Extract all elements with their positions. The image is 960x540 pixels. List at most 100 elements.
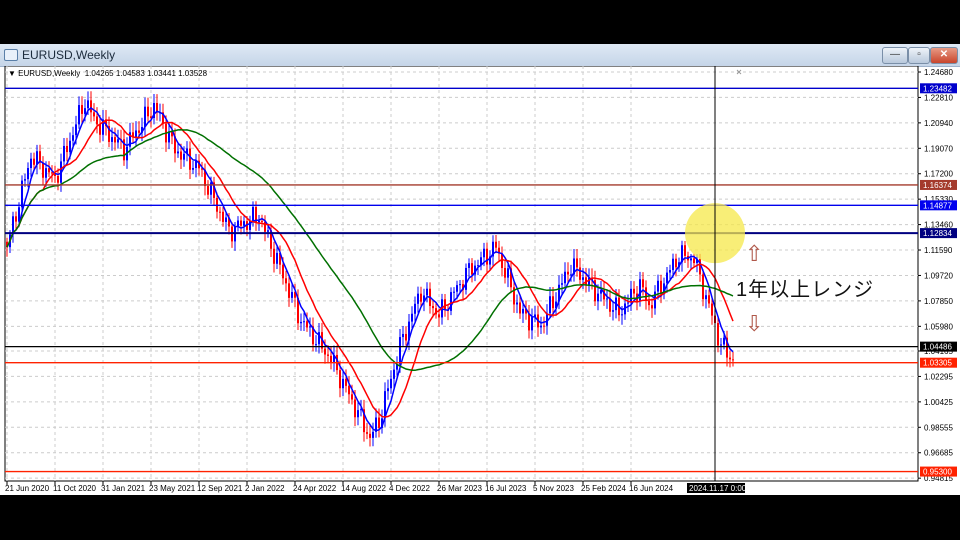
candle-body <box>366 432 368 434</box>
candle-body <box>282 264 284 279</box>
price-label: 1.16374 <box>923 181 952 190</box>
candle-body <box>666 272 668 284</box>
candle-body <box>183 153 185 160</box>
candle-body <box>567 271 569 275</box>
candle-body <box>354 399 356 418</box>
collapse-triangle-icon[interactable]: ▼ <box>8 69 16 78</box>
candle-body <box>24 179 26 181</box>
x-tick-label: 23 May 2021 <box>149 484 196 493</box>
candle-body <box>723 337 725 345</box>
candle-body <box>528 313 530 331</box>
y-tick-label: 0.98555 <box>924 423 953 432</box>
candle-body <box>543 325 545 327</box>
candle-body <box>387 388 389 392</box>
candle-body <box>225 217 227 222</box>
candle-body <box>111 137 113 142</box>
candle-body <box>552 296 554 309</box>
candle-body <box>306 321 308 328</box>
minimize-button[interactable]: — <box>882 47 908 64</box>
candle-body <box>315 344 317 346</box>
x-tick-label: 25 Feb 2024 <box>581 484 626 493</box>
y-tick-label: 1.00425 <box>924 398 953 407</box>
candle-body <box>180 151 182 160</box>
x-tick-label: 16 Jun 2024 <box>629 484 674 493</box>
y-tick-label: 1.09720 <box>924 271 953 280</box>
candle-body <box>267 230 269 232</box>
candle-body <box>642 279 644 288</box>
candle-body <box>486 248 488 265</box>
candle-body <box>561 283 563 285</box>
candle-body <box>732 359 734 361</box>
candle-body <box>276 252 278 264</box>
candle-body <box>411 313 413 322</box>
candle-body <box>117 139 119 143</box>
candle-body <box>459 284 461 286</box>
candle-body <box>84 108 86 114</box>
candle-body <box>237 220 239 227</box>
candle-body <box>303 321 305 323</box>
y-tick-label: 1.02295 <box>924 372 953 381</box>
candle-body <box>705 295 707 300</box>
candle-body <box>426 288 428 296</box>
candle-body <box>240 220 242 226</box>
candle-body <box>582 277 584 280</box>
range-annotation: 1年以上レンジ <box>736 279 875 301</box>
candle-body <box>258 220 260 223</box>
candle-body <box>399 337 401 365</box>
candle-body <box>330 355 332 363</box>
candle-body <box>456 285 458 292</box>
candle-body <box>606 298 608 300</box>
candle-body <box>219 211 221 213</box>
close-button[interactable]: ✕ <box>930 47 958 64</box>
y-tick-label: 1.07850 <box>924 297 953 306</box>
candle-body <box>93 112 95 117</box>
candle-body <box>261 220 263 222</box>
candle-body <box>495 241 497 248</box>
candle-body <box>579 267 581 280</box>
candle-body <box>288 283 290 298</box>
candle-body <box>81 105 83 114</box>
window-title: EURUSD,Weekly <box>22 48 116 62</box>
candle-body <box>405 333 407 341</box>
restore-button[interactable]: ▫ <box>908 47 930 64</box>
title-bar: EURUSD,Weekly — ▫ ✕ <box>0 44 960 67</box>
candle-body <box>342 378 344 389</box>
candle-body <box>540 325 542 328</box>
candle-body <box>651 305 653 309</box>
x-tick-label: 5 Nov 2023 <box>533 484 574 493</box>
candle-body <box>210 182 212 195</box>
candle-body <box>402 333 404 338</box>
candle-body <box>414 303 416 314</box>
candle-body <box>378 417 380 428</box>
candle-body <box>630 288 632 303</box>
y-tick-label: 1.19070 <box>924 144 953 153</box>
candle-body <box>417 293 419 304</box>
candle-body <box>669 270 671 273</box>
candle-body <box>147 106 149 117</box>
x-tick-label: 16 Jul 2023 <box>485 484 527 493</box>
x-tick-label: 26 Mar 2023 <box>437 484 482 493</box>
candle-body <box>531 317 533 331</box>
candle-body <box>720 344 722 346</box>
candle-body <box>369 433 371 438</box>
candle-body <box>27 168 29 180</box>
candle-body <box>189 148 191 170</box>
candle-body <box>693 258 695 264</box>
candle-body <box>432 305 434 309</box>
candle-body <box>300 321 302 324</box>
x-tick-label: 11 Oct 2020 <box>53 484 97 493</box>
price-label: 1.03305 <box>923 359 952 368</box>
candle-body <box>273 248 275 264</box>
candle-body <box>516 302 518 305</box>
candle-body <box>222 211 224 222</box>
price-label: 0.95300 <box>923 468 952 477</box>
candle-body <box>483 248 485 258</box>
candle-body <box>138 130 140 133</box>
candle-body <box>468 263 470 268</box>
chart-window-icon <box>4 49 18 61</box>
candle-body <box>33 158 35 165</box>
up-arrow-icon: ⇧ <box>745 241 764 266</box>
candle-body <box>63 145 65 162</box>
candle-body <box>15 216 17 222</box>
candle-body <box>348 385 350 395</box>
